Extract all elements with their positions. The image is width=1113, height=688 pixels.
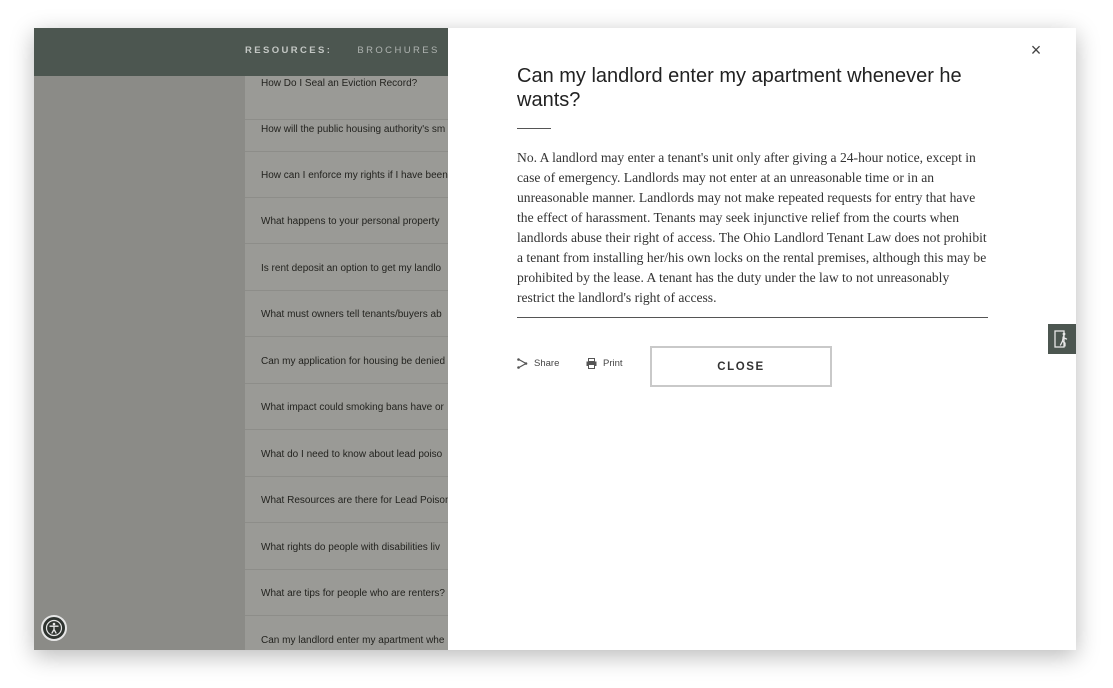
browser-viewport: RESOURCES: BROCHURES How Do I Seal an Ev… — [34, 28, 1076, 650]
list-item[interactable]: What rights do people with disabilities … — [245, 526, 455, 570]
modal-body: No. A landlord may enter a tenant's unit… — [517, 150, 987, 305]
body-divider — [517, 317, 988, 318]
list-item[interactable]: Can my landlord enter my apartment whe — [245, 619, 455, 650]
print-label: Print — [603, 358, 623, 369]
list-item[interactable]: What must owners tell tenants/buyers ab — [245, 293, 455, 337]
quick-exit-icon — [1054, 330, 1068, 348]
list-item[interactable]: What impact could smoking bans have or — [245, 386, 455, 430]
faq-modal: × Can my landlord enter my apartment whe… — [448, 28, 1076, 650]
close-icon[interactable]: × — [1026, 40, 1046, 60]
share-button[interactable]: Share — [517, 358, 559, 369]
share-label: Share — [534, 358, 560, 369]
accessibility-icon — [45, 619, 63, 637]
print-icon — [586, 358, 597, 369]
list-item[interactable]: Is rent deposit an option to get my land… — [245, 247, 455, 291]
list-item[interactable]: What Resources are there for Lead Poison — [245, 479, 455, 523]
quick-exit-button[interactable] — [1048, 324, 1076, 354]
print-button[interactable]: Print — [586, 358, 623, 369]
list-item[interactable]: What happens to your personal property — [245, 200, 455, 244]
resources-nav: RESOURCES: BROCHURES — [245, 45, 440, 56]
faq-list: How Do I Seal an Eviction Record? How wi… — [245, 76, 455, 650]
list-item[interactable]: How can I enforce my rights if I have be… — [245, 154, 455, 198]
list-item[interactable]: What do I need to know about lead poiso — [245, 433, 455, 477]
title-divider — [517, 128, 551, 129]
close-button[interactable]: CLOSE — [650, 346, 832, 387]
nav-item-brochures[interactable]: BROCHURES — [357, 45, 439, 56]
list-item[interactable]: How will the public housing authority's … — [245, 108, 455, 152]
accessibility-button[interactable] — [41, 615, 67, 641]
list-item[interactable]: What are tips for people who are renters… — [245, 572, 455, 616]
modal-title: Can my landlord enter my apartment whene… — [517, 65, 962, 111]
share-icon — [517, 358, 528, 369]
resources-label: RESOURCES: — [245, 45, 333, 56]
list-item[interactable]: Can my application for housing be denied — [245, 340, 455, 384]
